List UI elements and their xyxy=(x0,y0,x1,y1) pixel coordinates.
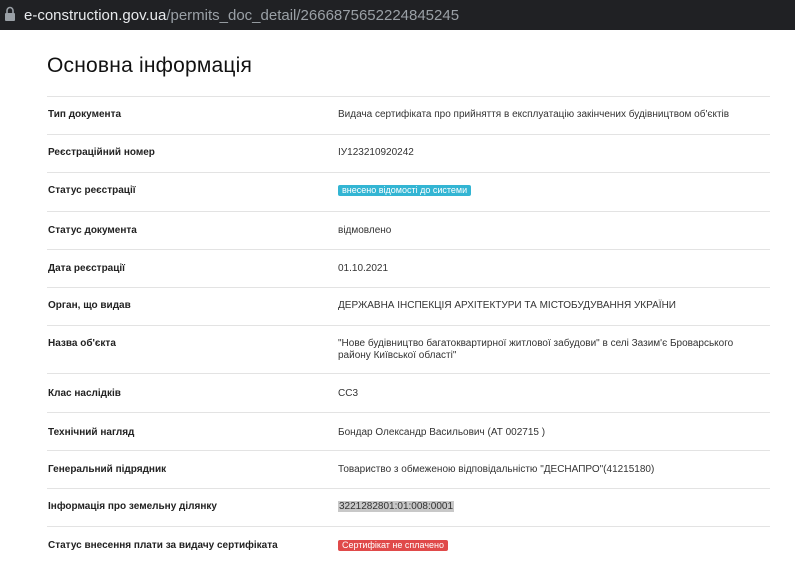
row-label: Тип документа xyxy=(48,109,122,120)
address-bar[interactable]: e-construction.gov.ua/permits_doc_detail… xyxy=(0,0,795,30)
row-label: Дата реєстрації xyxy=(48,263,125,274)
row-label: Статус документа xyxy=(48,225,137,236)
row-label: Інформація про земельну ділянку xyxy=(48,501,217,512)
table-row: Назва об'єкта "Нове будівництво багатокв… xyxy=(47,326,770,374)
row-label: Клас наслідків xyxy=(48,388,121,399)
row-value: Сертифікат не сплачено xyxy=(338,540,770,552)
table-row: Інформація про земельну ділянку 32212828… xyxy=(47,489,770,527)
row-value: IУ123210920242 xyxy=(338,147,414,158)
row-value: Бондар Олександр Васильович (АТ 002715 ) xyxy=(338,427,546,438)
page-title: Основна інформація xyxy=(47,54,253,77)
table-row: Генеральний підрядник Товариство з обмеж… xyxy=(47,451,770,489)
table-row: Статус внесення плати за видачу сертифік… xyxy=(47,527,770,565)
row-label: Технічний нагляд xyxy=(48,427,135,438)
row-label: Реєстраційний номер xyxy=(48,147,155,158)
row-label: Назва об'єкта xyxy=(48,338,116,349)
url-host[interactable]: e-construction.gov.ua xyxy=(24,7,166,24)
row-value: 01.10.2021 xyxy=(338,263,389,274)
lock-icon xyxy=(4,6,18,24)
table-row: Клас наслідків СС3 xyxy=(47,374,770,413)
row-label: Генеральний підрядник xyxy=(48,464,167,475)
row-value: 3221282801:01:008:0001 xyxy=(338,501,770,513)
row-label: Статус внесення плати за видачу сертифік… xyxy=(48,540,278,551)
row-value: внесено відомості до системи xyxy=(338,185,770,197)
row-label: Орган, що видав xyxy=(48,300,131,311)
status-badge: внесено відомості до системи xyxy=(338,185,472,196)
row-label: Статус реєстрації xyxy=(48,185,136,196)
url-path[interactable]: /permits_doc_detail/2666875652224845245 xyxy=(166,7,459,24)
info-table: Тип документа Видача сертифіката про при… xyxy=(47,96,770,565)
table-row: Дата реєстрації 01.10.2021 xyxy=(47,250,770,288)
payment-status-badge: Сертифікат не сплачено xyxy=(338,540,449,551)
table-row: Орган, що видав ДЕРЖАВНА ІНСПЕКЦІЯ АРХІТ… xyxy=(47,288,770,326)
table-row: Статус документа відмовлено xyxy=(47,212,770,250)
row-value: СС3 xyxy=(338,388,359,399)
row-value: Товариство з обмеженою відповідальністю … xyxy=(338,464,655,475)
land-plot-number: 3221282801:01:008:0001 xyxy=(338,501,455,512)
table-row: Технічний нагляд Бондар Олександр Василь… xyxy=(47,413,770,451)
table-row: Тип документа Видача сертифіката про при… xyxy=(47,97,770,135)
row-value: ДЕРЖАВНА ІНСПЕКЦІЯ АРХІТЕКТУРИ ТА МІСТОБ… xyxy=(338,300,676,311)
row-value: Видача сертифіката про прийняття в експл… xyxy=(338,109,730,120)
row-value: "Нове будівництво багатоквартирної житло… xyxy=(338,338,734,361)
table-row: Реєстраційний номер IУ123210920242 xyxy=(47,135,770,173)
main-content: Основна інформація Тип документа Видача … xyxy=(0,30,795,565)
table-row: Статус реєстрації внесено відомості до с… xyxy=(47,173,770,212)
row-value: відмовлено xyxy=(338,225,392,236)
